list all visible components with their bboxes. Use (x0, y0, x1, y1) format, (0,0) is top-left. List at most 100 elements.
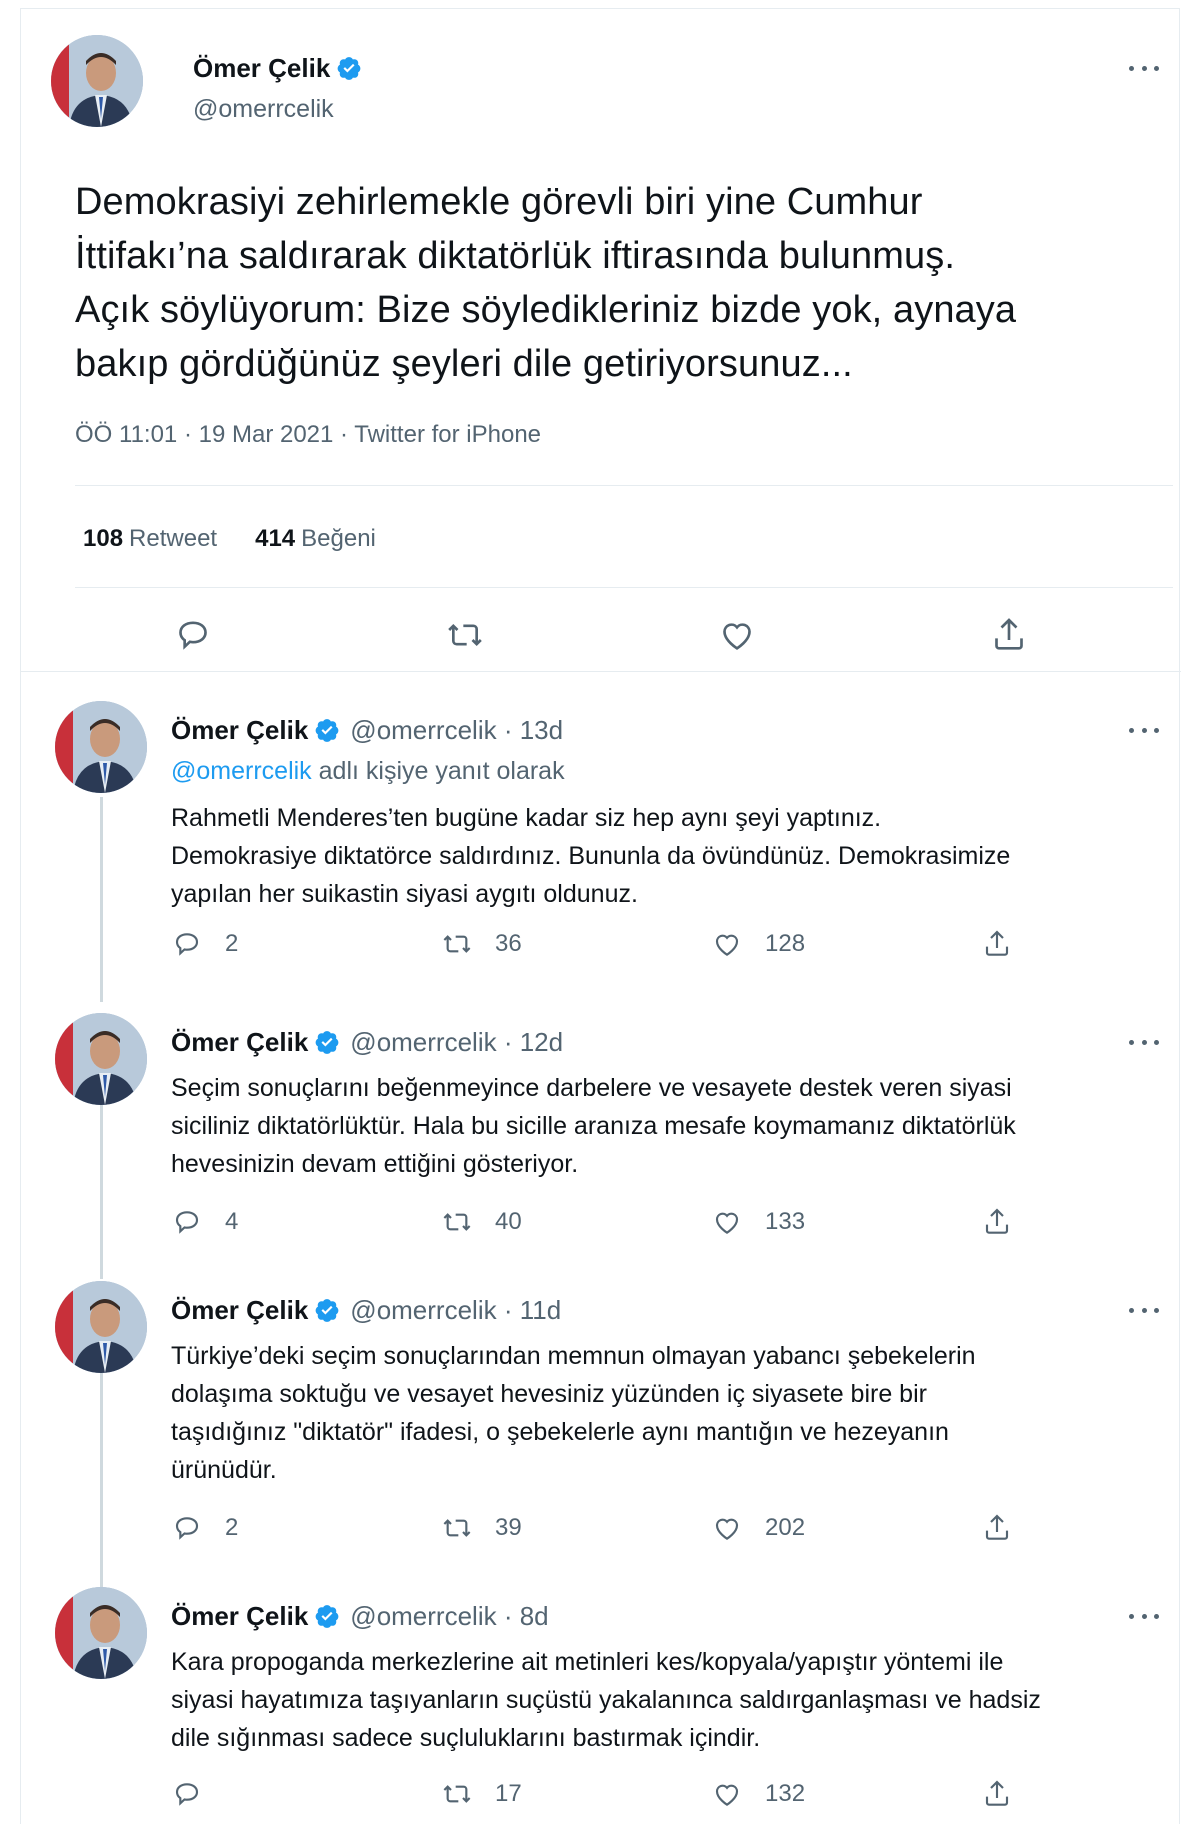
tweet-text-line: İttifakı’na saldırarak diktatörlük iftir… (75, 235, 956, 277)
reply-tweet[interactable]: Ömer Çelik @omerrcelik · 8d Kara propogan… (21, 1587, 1181, 1817)
share-icon (985, 1208, 1009, 1234)
avatar[interactable] (51, 35, 143, 127)
reply-button[interactable]: 2 (171, 927, 238, 961)
verified-badge-icon (315, 1605, 339, 1628)
reply-count: 4 (225, 1208, 239, 1235)
verified-badge-icon (315, 1031, 339, 1054)
reply-button[interactable] (171, 1777, 225, 1811)
retweet-stat[interactable]: 108 Retweet (83, 525, 217, 553)
tweet-actions: 4 40 133 (171, 1205, 1151, 1239)
reply-icon (175, 1517, 199, 1540)
tweet-text-line: hevesinizin devam ettiğini gösteriyor. (171, 1150, 579, 1178)
retweet-count: 39 (495, 1514, 522, 1541)
divider (75, 485, 1173, 486)
share-button[interactable] (989, 615, 1029, 655)
reply-header: Ömer Çelik @omerrcelik · 13d (171, 715, 563, 746)
author-name[interactable]: Ömer Çelik (171, 1601, 308, 1631)
like-icon (715, 1212, 739, 1234)
replying-to: @omerrcelik adlı kişiye yanıt olarak (171, 757, 565, 785)
reply-button[interactable] (173, 615, 213, 655)
like-count: 133 (765, 1208, 806, 1235)
author-name[interactable]: Ömer Çelik (193, 53, 362, 84)
like-button[interactable] (717, 615, 757, 655)
reply-tweet[interactable]: Ömer Çelik @omerrcelik · 13d @omerrcelik … (21, 701, 1181, 961)
author-handle-time[interactable]: @omerrcelik · 11d (350, 1295, 561, 1325)
retweet-icon (443, 935, 471, 953)
tweet-text-line: bakıp gördüğünüz şeyleri dile getiriyors… (75, 343, 853, 385)
more-options-icon[interactable] (1129, 1609, 1159, 1623)
share-button[interactable] (981, 1511, 1013, 1545)
retweet-button[interactable]: 17 (441, 1777, 522, 1811)
reply-button[interactable]: 2 (171, 1511, 238, 1545)
author-handle-time[interactable]: @omerrcelik · 13d (350, 715, 563, 745)
like-count: 128 (765, 930, 806, 957)
tweet-text: Kara propoganda merkezlerine ait metinle… (171, 1643, 1171, 1757)
retweet-count: 17 (495, 1780, 522, 1807)
author-handle-time[interactable]: @omerrcelik · 8d (350, 1601, 548, 1631)
tweet-text-line: siyasi hayatımıza taşıyanların suçüstü y… (171, 1686, 1041, 1714)
author-name[interactable]: Ömer Çelik (171, 1295, 308, 1325)
retweet-button[interactable]: 39 (441, 1511, 522, 1545)
tweet-text-line: Seçim sonuçlarını beğenmeyince darbelere… (171, 1074, 1012, 1102)
like-button[interactable]: 128 (711, 927, 805, 961)
tweet-actions: 17 132 (171, 1777, 1151, 1811)
more-options-icon[interactable] (1129, 723, 1159, 737)
retweet-button[interactable]: 40 (441, 1205, 522, 1239)
like-button[interactable]: 133 (711, 1205, 805, 1239)
reply-header: Ömer Çelik @omerrcelik · 12d (171, 1027, 563, 1058)
reply-to-link[interactable]: @omerrcelik (171, 757, 312, 785)
avatar[interactable] (55, 1013, 147, 1105)
share-icon (985, 1514, 1009, 1540)
like-stat[interactable]: 414 Beğeni (255, 525, 376, 553)
tweet-text-line: siciliniz diktatörlüktür. Hala bu sicill… (171, 1112, 1016, 1140)
retweet-button[interactable]: 36 (441, 927, 522, 961)
divider (21, 671, 1181, 672)
reply-icon (175, 933, 199, 956)
retweet-button[interactable] (445, 615, 485, 655)
reply-count: 2 (225, 930, 239, 957)
retweet-icon (443, 1213, 471, 1231)
like-button[interactable]: 202 (711, 1511, 805, 1545)
tweet-actions: 2 36 128 (171, 927, 1151, 961)
retweet-count: 36 (495, 930, 522, 957)
share-button[interactable] (981, 1205, 1013, 1239)
retweet-icon (443, 1519, 471, 1537)
avatar[interactable] (55, 701, 147, 793)
tweet-text-line: ürünüdür. (171, 1456, 277, 1484)
tweet-text-line: Türkiye’deki seçim sonuçlarından memnun … (171, 1342, 976, 1370)
author-name[interactable]: Ömer Çelik (171, 715, 308, 745)
share-button[interactable] (981, 1777, 1013, 1811)
reply-tweet[interactable]: Ömer Çelik @omerrcelik · 12d Seçim sonuçl… (21, 1013, 1181, 1263)
tweet-actions (21, 615, 1181, 655)
author-name[interactable]: Ömer Çelik (171, 1027, 308, 1057)
avatar[interactable] (55, 1281, 147, 1373)
like-count: 202 (765, 1514, 806, 1541)
share-icon (985, 1780, 1009, 1806)
tweet-text: Seçim sonuçlarını beğenmeyince darbelere… (171, 1069, 1171, 1183)
tweet-thread-card: Ömer Çelik @omerrcelik Demokrasiyi zehir… (20, 8, 1181, 1824)
tweet-actions: 2 39 202 (171, 1511, 1151, 1545)
author-handle-time[interactable]: @omerrcelik · 12d (350, 1027, 563, 1057)
tweet-text-line: dolaşıma soktuğu ve vesayet hevesiniz yü… (171, 1380, 927, 1408)
divider (75, 587, 1173, 588)
more-options-icon[interactable] (1129, 61, 1159, 75)
like-icon (715, 1784, 739, 1806)
reply-button[interactable]: 4 (171, 1205, 238, 1239)
reply-header: Ömer Çelik @omerrcelik · 11d (171, 1295, 561, 1326)
like-icon (715, 1518, 739, 1540)
more-options-icon[interactable] (1129, 1303, 1159, 1317)
author-handle[interactable]: @omerrcelik (193, 95, 334, 124)
tweet-text: Türkiye’deki seçim sonuçlarından memnun … (171, 1337, 1171, 1489)
more-options-icon[interactable] (1129, 1035, 1159, 1049)
like-button[interactable]: 132 (711, 1777, 805, 1811)
reply-icon (175, 1783, 199, 1806)
share-button[interactable] (981, 927, 1013, 961)
verified-badge-icon (315, 719, 339, 742)
retweet-count: 40 (495, 1208, 522, 1235)
share-icon (995, 618, 1023, 650)
verified-badge-icon (315, 1299, 339, 1322)
avatar[interactable] (55, 1587, 147, 1679)
reply-tweet[interactable]: Ömer Çelik @omerrcelik · 11d Türkiye’deki… (21, 1281, 1181, 1571)
reply-icon (179, 621, 207, 650)
tweet-timestamp[interactable]: ÖÖ 11:01 · 19 Mar 2021 · Twitter for iPh… (75, 421, 541, 449)
